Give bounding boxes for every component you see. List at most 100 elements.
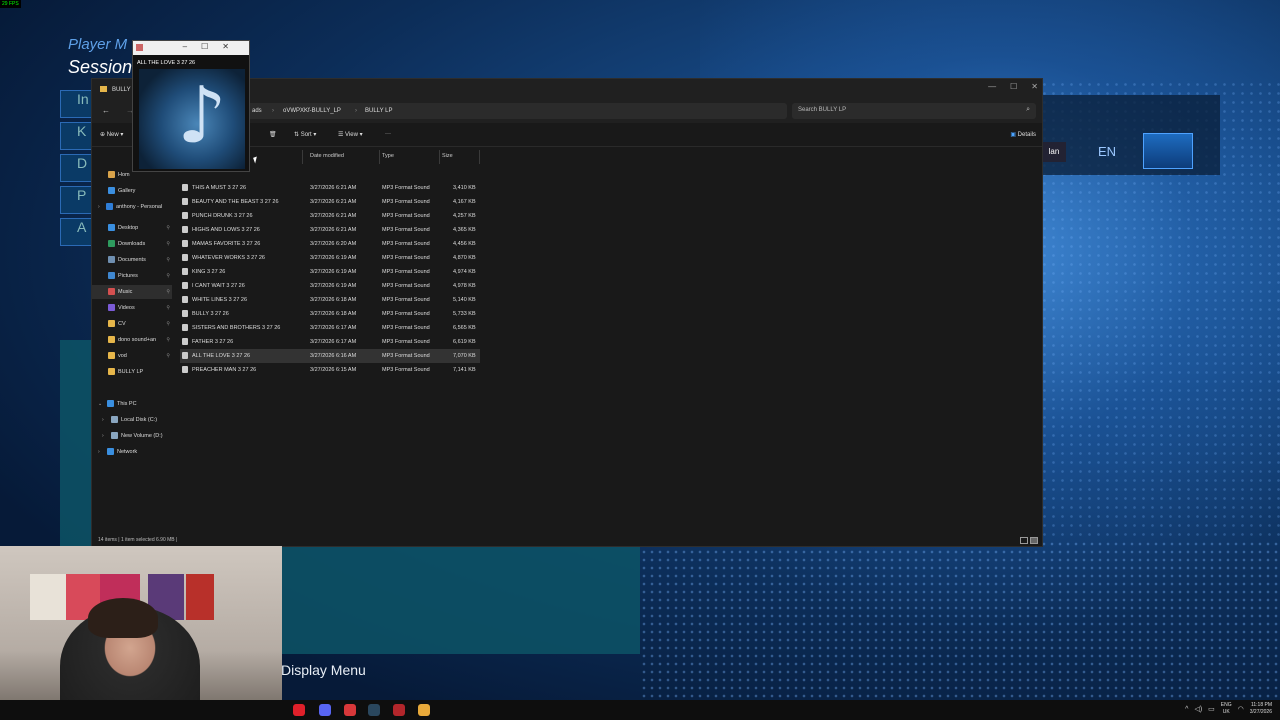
- sidebar-item[interactable]: Documents ⚲: [92, 253, 172, 267]
- view-button[interactable]: ☰ View ▾: [338, 131, 363, 138]
- record-icon[interactable]: [344, 704, 356, 716]
- clock[interactable]: 11:18 PM 3/27/2026: [1250, 702, 1272, 716]
- sidebar-item[interactable]: Videos ⚲: [92, 301, 172, 315]
- file-row[interactable]: THIS A MUST 3 27 26 3/27/2026 6:21 AM MP3 …: [180, 181, 480, 195]
- game-menu-item[interactable]: In: [60, 90, 92, 118]
- file-row[interactable]: BULLY 3 27 26 3/27/2026 6:18 AM MP3 Format…: [180, 307, 480, 321]
- chevron-up-icon[interactable]: ^: [1185, 706, 1188, 713]
- details-view-icon[interactable]: [1020, 537, 1028, 544]
- breadcrumb-item[interactable]: ads: [252, 108, 262, 114]
- column-header-size[interactable]: Size: [442, 153, 453, 159]
- status-bar: 14 items | 1 item selected 6.90 MB |: [98, 537, 178, 543]
- sidebar-item[interactable]: Downloads ⚲: [92, 237, 172, 251]
- file-row[interactable]: PUNCH DRUNK 3 27 26 3/27/2026 6:21 AM MP3 …: [180, 209, 480, 223]
- sidebar-item-label: BULLY LP: [118, 369, 144, 375]
- album-art[interactable]: ♪: [139, 69, 245, 169]
- pin-icon: ⚲: [166, 289, 170, 295]
- sidebar-item[interactable]: Music ⚲: [92, 285, 172, 299]
- file-row[interactable]: SISTERS AND BROTHERS 3 27 26 3/27/2026 6:…: [180, 321, 480, 335]
- game-language-button[interactable]: EN: [1098, 144, 1116, 159]
- search-box[interactable]: Search BULLY LP ⌕: [792, 103, 1036, 119]
- close-icon[interactable]: ✕: [1031, 82, 1038, 91]
- file-row[interactable]: WHITE LINES 3 27 26 3/27/2026 6:18 AM MP3 …: [180, 293, 480, 307]
- file-name: FATHER 3 27 26: [192, 339, 234, 345]
- sidebar-item[interactable]: dono sound+an ⚲: [92, 333, 172, 347]
- file-row[interactable]: MAMAS FAVORITE 3 27 26 3/27/2026 6:20 AM M…: [180, 237, 480, 251]
- breadcrumb-item[interactable]: BULLY LP: [365, 108, 392, 114]
- new-button[interactable]: ⊕ New ▾: [100, 131, 123, 138]
- file-row[interactable]: HIGHS AND LOWS 3 27 26 3/27/2026 6:21 AM M…: [180, 223, 480, 237]
- sidebar-item[interactable]: Gallery: [92, 184, 172, 198]
- sidebar-item[interactable]: CV ⚲: [92, 317, 172, 331]
- media-player-icon[interactable]: [418, 704, 430, 716]
- game-icon[interactable]: [393, 704, 405, 716]
- globe-icon[interactable]: [1143, 133, 1193, 169]
- window-controls[interactable]: –☐✕: [183, 42, 243, 51]
- gallery-icon: [108, 187, 115, 194]
- file-row[interactable]: WHATEVER WORKS 3 27 26 3/27/2026 6:19 AM M…: [180, 251, 480, 265]
- tree-item[interactable]: ⌄ This PC: [92, 397, 172, 411]
- file-row[interactable]: I CANT WAIT 3 27 26 3/27/2026 6:19 AM MP3 …: [180, 279, 480, 293]
- steam-icon[interactable]: [368, 704, 380, 716]
- discord-icon[interactable]: [319, 704, 331, 716]
- column-header-type[interactable]: Type: [382, 153, 394, 159]
- home-icon: [108, 171, 115, 178]
- speaker-icon[interactable]: ◁): [1194, 705, 1202, 713]
- tree-item[interactable]: › New Volume (D:): [92, 429, 172, 443]
- file-date: 3/27/2026 6:21 AM: [310, 185, 357, 191]
- game-menu-item[interactable]: P: [60, 186, 92, 214]
- sidebar-item[interactable]: BULLY LP: [92, 365, 172, 379]
- desktop-icon: [108, 224, 115, 231]
- audio-file-icon: [182, 366, 188, 373]
- back-icon[interactable]: ←: [102, 106, 110, 115]
- details-button[interactable]: ▣ Details: [1010, 131, 1036, 138]
- more-options-button[interactable]: ···: [385, 131, 391, 137]
- delete-icon[interactable]: 🗑: [269, 131, 277, 138]
- file-row[interactable]: PREACHER MAN 3 27 26 3/27/2026 6:15 AM MP3…: [180, 363, 480, 377]
- minimize-icon[interactable]: —: [988, 82, 996, 91]
- sidebar-item-label: Hom: [118, 172, 130, 178]
- file-name: SISTERS AND BROTHERS 3 27 26: [192, 325, 281, 331]
- file-date: 3/27/2026 6:21 AM: [310, 199, 357, 205]
- sidebar-item[interactable]: › anthony - Personal: [92, 200, 172, 214]
- chevron-down-icon[interactable]: ⌄: [98, 401, 102, 407]
- game-menu-item[interactable]: A: [60, 218, 92, 246]
- sidebar-item[interactable]: Desktop ⚲: [92, 221, 172, 235]
- tree-item[interactable]: › Network: [92, 445, 172, 459]
- input-language[interactable]: ENG UK: [1221, 702, 1232, 716]
- tree-item[interactable]: › Local Disk (C:): [92, 413, 172, 427]
- column-header-date[interactable]: Date modified: [310, 153, 344, 159]
- sort-button[interactable]: ⇅ Sort ▾: [294, 131, 316, 138]
- wifi-icon[interactable]: ◠: [1238, 705, 1244, 713]
- file-name: WHATEVER WORKS 3 27 26: [192, 255, 265, 261]
- maximize-icon[interactable]: ☐: [1010, 82, 1017, 91]
- search-input[interactable]: Search BULLY LP: [798, 107, 846, 113]
- game-menu-item[interactable]: K: [60, 122, 92, 150]
- audio-file-icon: [182, 324, 188, 331]
- file-size: 6,565 KB: [453, 325, 476, 331]
- file-name: WHITE LINES 3 27 26: [192, 297, 248, 303]
- network-status-icon[interactable]: ▭: [1208, 705, 1215, 713]
- media-track-title: ALL THE LOVE 3 27 26: [137, 60, 196, 66]
- tiles-view-icon[interactable]: [1030, 537, 1038, 544]
- chevron-right-icon[interactable]: ›: [102, 417, 104, 423]
- file-date: 3/27/2026 6:20 AM: [310, 241, 357, 247]
- chevron-right-icon[interactable]: ›: [98, 449, 100, 455]
- file-row[interactable]: FATHER 3 27 26 3/27/2026 6:17 AM MP3 Forma…: [180, 335, 480, 349]
- file-type: MP3 Format Sound: [382, 297, 430, 303]
- file-size: 3,410 KB: [453, 185, 476, 191]
- folder-icon: [108, 320, 115, 327]
- file-date: 3/27/2026 6:21 AM: [310, 213, 357, 219]
- game-menu-item[interactable]: D: [60, 154, 92, 182]
- chevron-right-icon[interactable]: ›: [98, 204, 100, 210]
- sidebar-item[interactable]: vod ⚲: [92, 349, 172, 363]
- file-row[interactable]: KING 3 27 26 3/27/2026 6:19 AM MP3 Format …: [180, 265, 480, 279]
- file-row[interactable]: BEAUTY AND THE BEAST 3 27 26 3/27/2026 6:…: [180, 195, 480, 209]
- file-date: 3/27/2026 6:15 AM: [310, 367, 357, 373]
- chevron-right-icon[interactable]: ›: [102, 433, 104, 439]
- opera-gx-icon[interactable]: [293, 704, 305, 716]
- downloads-icon: [108, 240, 115, 247]
- file-row[interactable]: ALL THE LOVE 3 27 26 3/27/2026 6:16 AM MP3…: [180, 349, 480, 363]
- sidebar-item[interactable]: Pictures ⚲: [92, 269, 172, 283]
- breadcrumb-item[interactable]: oVWPXKf-BULLY_LP: [283, 108, 341, 114]
